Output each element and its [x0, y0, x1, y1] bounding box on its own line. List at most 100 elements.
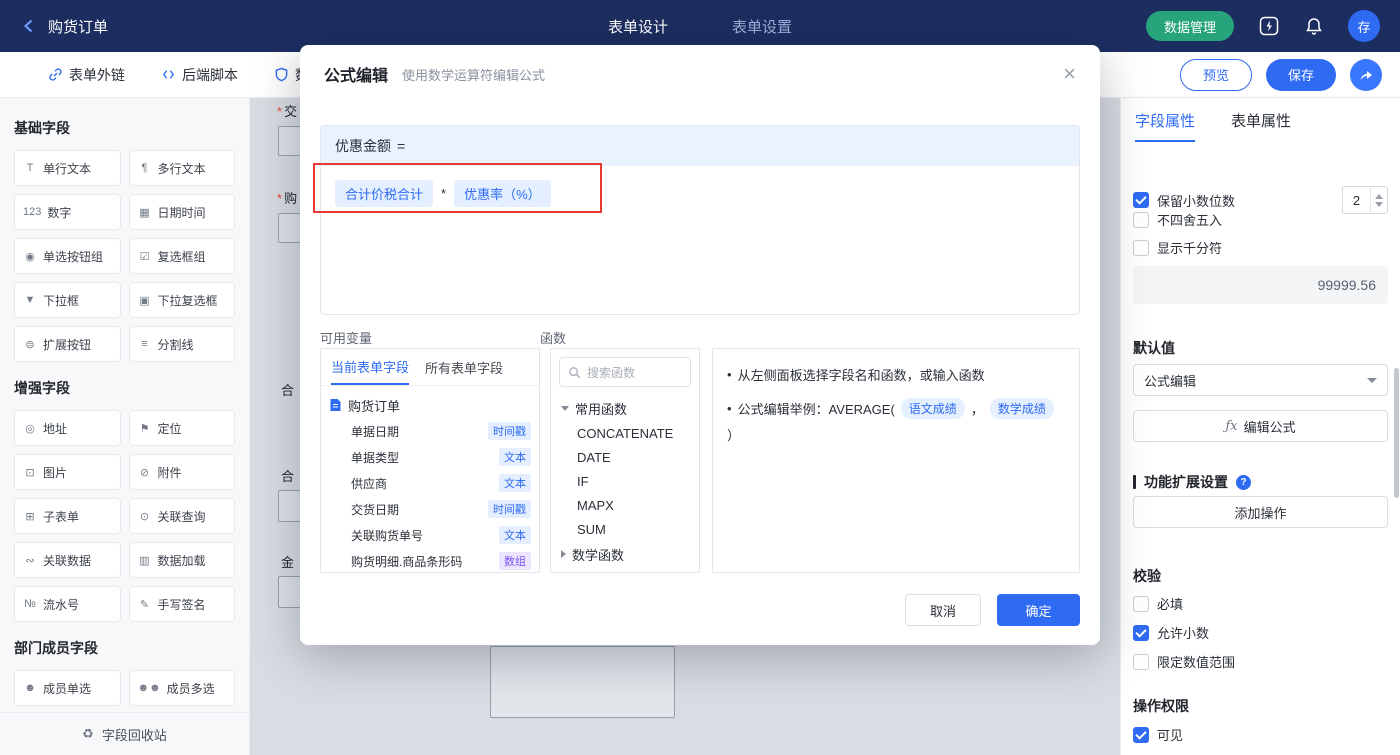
stepper-down-icon[interactable] [1375, 201, 1383, 207]
functions-section-label: 函数 [540, 331, 567, 346]
sidebar-item-extend-button[interactable]: ⊜ 扩展按钮 [14, 326, 121, 362]
sidebar-item-multiline-text[interactable]: ¶ 多行文本 [128, 150, 235, 186]
sidebar-item-subform[interactable]: ⊞ 子表单 [14, 498, 121, 534]
function-item[interactable]: CONCATENATE [551, 421, 699, 445]
sidebar-item-serial-number[interactable]: № 流水号 [14, 586, 121, 622]
checkbox-group-icon: ☑ [139, 250, 150, 263]
sidebar-item-address[interactable]: ◎ 地址 [14, 410, 121, 446]
sidebar-item-signature[interactable]: ✎ 手写签名 [128, 586, 235, 622]
function-item[interactable]: MAPX [551, 493, 699, 517]
no-rounding-checkbox[interactable] [1133, 211, 1149, 228]
variable-row[interactable]: 购货明细.商品条形码 数组 [329, 548, 531, 572]
trash-icon: ♻ [82, 726, 94, 741]
required-checkbox[interactable] [1133, 595, 1149, 612]
default-value-select[interactable]: 公式编辑 [1133, 364, 1388, 396]
quick-action-icon[interactable] [1258, 15, 1280, 37]
single-line-text-icon: T [26, 162, 34, 174]
tab-form-design[interactable]: 表单设计 [608, 16, 668, 37]
datetime-icon: ▦ [139, 206, 150, 219]
subform-area[interactable] [490, 646, 675, 718]
variable-row[interactable]: 单据日期 时间戳 [329, 418, 531, 444]
section-title: 部门成员字段 [14, 640, 98, 656]
allow-decimal-checkbox[interactable] [1133, 624, 1149, 641]
sidebar-item-select[interactable]: ▼ 下拉框 [14, 282, 121, 318]
sidebar-item-multi-select[interactable]: ▣ 下拉复选框 [128, 282, 235, 318]
chevron-down-icon [1367, 377, 1377, 383]
avatar[interactable]: 存 [1348, 10, 1380, 42]
tab-current-form-fields[interactable]: 当前表单字段 [331, 349, 410, 385]
share-button[interactable] [1350, 58, 1382, 91]
function-group[interactable]: 常用函数 [551, 395, 699, 421]
tab-form-settings[interactable]: 表单设置 [732, 16, 792, 37]
confirm-button[interactable]: 确定 [997, 594, 1080, 626]
field-label: 合 [281, 469, 295, 484]
form-external-link[interactable]: 表单外链 [48, 65, 125, 85]
edit-formula-button[interactable]: ƒx 编辑公式 [1133, 410, 1388, 442]
stepper-up-icon[interactable] [1375, 193, 1383, 199]
variable-row[interactable]: 关联购货单号 文本 [329, 522, 531, 548]
formula-input-area[interactable]: 合计价税合计 * 优惠率（%） [321, 166, 1079, 221]
related-data-icon: ∾ [25, 554, 35, 567]
member-multi-icon: ☻☻ [137, 682, 161, 694]
backend-script-link[interactable]: 后端脚本 [161, 65, 238, 85]
section-grid: ☻ 成员单选 ☻☻ 成员多选 [14, 670, 235, 706]
scrollbar-thumb[interactable] [1394, 368, 1399, 498]
sidebar-item-data-load[interactable]: ▥ 数据加载 [128, 542, 235, 578]
formula-field-token[interactable]: 优惠率（%） [454, 180, 551, 207]
function-search-input[interactable]: 搜索函数 [559, 357, 691, 387]
help-example-suffix: ） [727, 428, 741, 443]
variable-row[interactable]: 供应商 文本 [329, 470, 531, 496]
function-group[interactable]: 文本函数 [551, 567, 699, 572]
help-icon[interactable]: ? [1236, 474, 1251, 490]
bell-icon[interactable] [1304, 16, 1324, 36]
thousand-separator-row: 显示千分符 [1133, 238, 1388, 257]
default-value-selected: 公式编辑 [1144, 373, 1197, 389]
sidebar-item-radio-group[interactable]: ◉ 单选按钮组 [14, 238, 121, 274]
function-item[interactable]: SUM [551, 517, 699, 541]
number-icon: 123 [23, 206, 42, 218]
sidebar-item-attachment[interactable]: ⊘ 附件 [128, 454, 235, 490]
function-item[interactable]: IF [551, 469, 699, 493]
sidebar-item-member-multi[interactable]: ☻☻ 成员多选 [128, 670, 235, 706]
section-grid: T 单行文本 ¶ 多行文本 123 数字 ▦ 日期时间 ◉ 单选按钮组 ☑ 复选框组 ▼ 下拉框 ▣ 下拉复选… [14, 150, 235, 362]
back-button[interactable] [20, 17, 38, 35]
sidebar-item-datetime[interactable]: ▦ 日期时间 [128, 194, 235, 230]
function-group[interactable]: 数学函数 [551, 541, 699, 567]
save-button[interactable]: 保存 [1265, 58, 1336, 91]
tab-field-properties[interactable]: 字段属性 [1135, 110, 1196, 142]
formula-field-token[interactable]: 合计价税合计 [335, 180, 434, 207]
sidebar-item-member-single[interactable]: ☻ 成员单选 [14, 670, 121, 706]
variable-row[interactable]: 单据类型 文本 [329, 444, 531, 470]
help-example-prefix: 公式编辑举例：AVERAGE( [737, 402, 895, 417]
cancel-button[interactable]: 取消 [905, 594, 981, 626]
member-single-icon: ☻ [24, 682, 36, 694]
sidebar-item-image[interactable]: ⊡ 图片 [14, 454, 121, 490]
sidebar-item-divider[interactable]: ≡ 分割线 [128, 326, 235, 362]
form-root-node[interactable]: 购货订单 [329, 392, 531, 418]
example-field-token: 语文成绩 [900, 398, 965, 419]
visible-checkbox[interactable] [1133, 726, 1149, 743]
variable-type-tag: 时间戳 [488, 422, 531, 440]
sidebar-item-number[interactable]: 123 数字 [14, 194, 121, 230]
tab-form-properties[interactable]: 表单属性 [1231, 110, 1291, 142]
field-type-label: 复选框组 [157, 249, 206, 264]
add-action-button[interactable]: 添加操作 [1133, 496, 1388, 528]
variable-row[interactable]: 交货日期 时间戳 [329, 496, 531, 522]
sidebar-item-lookup-query[interactable]: ⊙ 关联查询 [128, 498, 235, 534]
decimal-places-checkbox[interactable] [1133, 192, 1149, 208]
recycle-bin[interactable]: ♻ 字段回收站 [0, 712, 249, 755]
tab-all-form-fields[interactable]: 所有表单字段 [425, 349, 503, 385]
preview-button[interactable]: 预览 [1179, 58, 1252, 91]
required-row: 必填 [1133, 594, 1388, 613]
function-item[interactable]: DATE [551, 445, 699, 469]
sidebar-item-single-line-text[interactable]: T 单行文本 [14, 150, 121, 186]
sidebar-item-location[interactable]: ⚑ 定位 [128, 410, 235, 446]
sidebar-item-checkbox-group[interactable]: ☑ 复选框组 [128, 238, 235, 274]
page-title: 购货订单 [48, 18, 109, 36]
thousand-separator-checkbox[interactable] [1133, 239, 1149, 256]
field-type-label: 数据加载 [157, 553, 206, 568]
sidebar-item-related-data[interactable]: ∾ 关联数据 [14, 542, 121, 578]
value-range-checkbox[interactable] [1133, 653, 1149, 670]
data-manage-button[interactable]: 数据管理 [1145, 11, 1234, 41]
close-icon[interactable]: × [1063, 63, 1076, 85]
